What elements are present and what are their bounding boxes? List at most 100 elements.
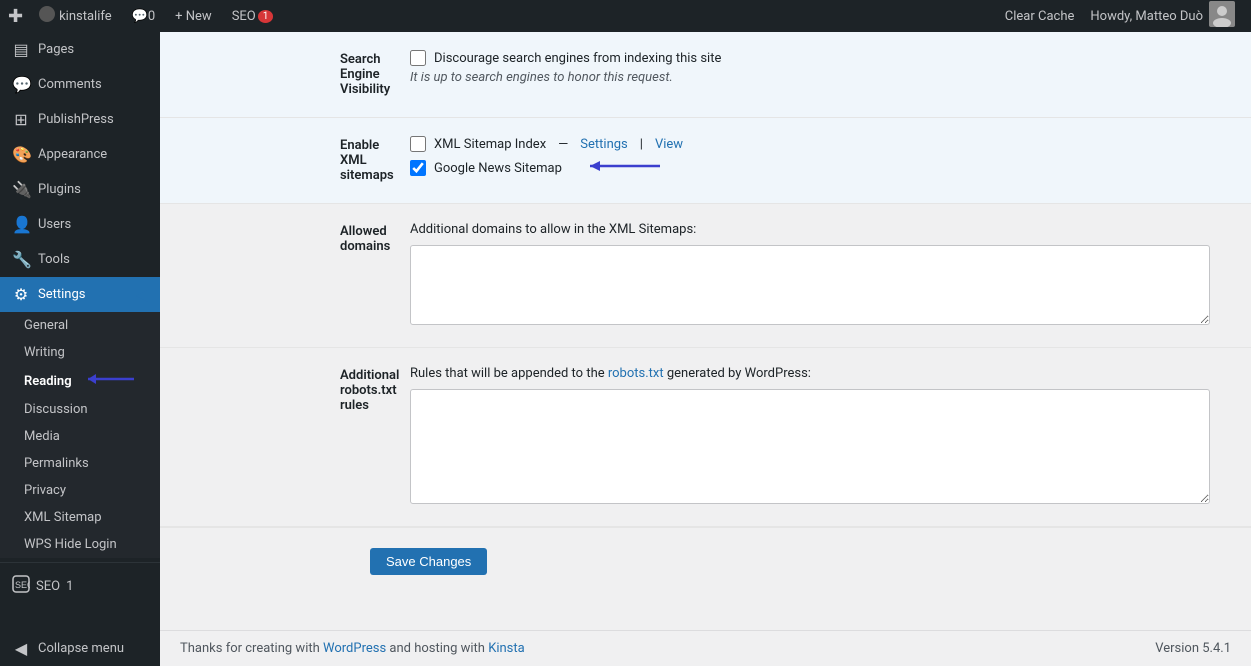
seo-badge: 1: [258, 10, 274, 23]
user-avatar: [1209, 1, 1235, 31]
sidebar-item-settings[interactable]: ⚙ Settings ◀: [0, 277, 160, 312]
xml-sitemap-settings-link[interactable]: Settings: [580, 137, 627, 152]
sidebar-label-plugins: Plugins: [38, 182, 81, 197]
submenu-item-discussion[interactable]: Discussion: [0, 396, 160, 423]
sidebar-label-pages: Pages: [38, 42, 74, 57]
allowed-domains-label: Allowed domains: [160, 204, 390, 347]
submenu-item-writing[interactable]: Writing: [0, 339, 160, 366]
submenu-item-permalinks[interactable]: Permalinks: [0, 450, 160, 477]
submenu-item-privacy[interactable]: Privacy: [0, 477, 160, 504]
xml-sitemaps-row: Enable XML sitemaps XML Sitemap Index — …: [160, 118, 1251, 204]
site-name-link[interactable]: kinstalife: [31, 0, 120, 32]
footer-text: Thanks for creating with WordPress and h…: [180, 641, 525, 656]
xml-sitemaps-label: Enable XML sitemaps: [160, 118, 390, 203]
right-actions: Clear Cache Howdy, Matteo Duò: [997, 0, 1243, 32]
sidebar-item-collapse[interactable]: ◀ Collapse menu: [0, 631, 160, 666]
sidebar-item-users[interactable]: 👤 Users: [0, 207, 160, 242]
comments-icon: 💬: [12, 75, 30, 94]
content-wrap: Search Engine Visibility Discourage sear…: [160, 32, 1251, 630]
xml-sitemap-dash: —: [558, 137, 568, 152]
robots-txt-field: Rules that will be appended to the robot…: [390, 348, 1251, 526]
media-label: Media: [24, 429, 60, 444]
howdy-link[interactable]: Howdy, Matteo Duò: [1082, 0, 1243, 32]
sidebar-label-users: Users: [38, 217, 71, 232]
search-engine-checkbox[interactable]: [410, 50, 426, 66]
wordpress-link[interactable]: WordPress: [323, 641, 386, 656]
search-engine-label: Search Engine Visibility: [160, 32, 390, 117]
sidebar-item-appearance[interactable]: 🎨 Appearance: [0, 137, 160, 172]
allowed-domains-field: Additional domains to allow in the XML S…: [390, 204, 1251, 347]
collapse-icon: ◀: [12, 639, 30, 658]
xml-sitemap-index-label[interactable]: XML Sitemap Index: [434, 137, 546, 152]
allowed-domains-textarea[interactable]: [410, 245, 1210, 325]
submenu-item-wps-hide-login[interactable]: WPS Hide Login: [0, 531, 160, 558]
xml-sitemap-separator: |: [640, 137, 643, 152]
sidebar-item-seo[interactable]: SEO SEO 1: [0, 567, 160, 605]
google-news-label[interactable]: Google News Sitemap: [434, 161, 562, 176]
sidebar-item-publishpress[interactable]: ⊞ PublishPress: [0, 102, 160, 137]
seo-icon: SEO: [12, 575, 30, 597]
plugins-icon: 🔌: [12, 180, 30, 199]
comments-count: 0: [148, 9, 155, 24]
submenu-item-general[interactable]: General: [0, 312, 160, 339]
page-footer: Thanks for creating with WordPress and h…: [160, 630, 1251, 666]
save-changes-button[interactable]: Save Changes: [370, 548, 487, 575]
allowed-domains-row: Allowed domains Additional domains to al…: [160, 204, 1251, 348]
howdy-text: Howdy, Matteo Duò: [1090, 9, 1203, 24]
seo-link[interactable]: SEO 1: [224, 0, 282, 32]
kinsta-link[interactable]: Kinsta: [488, 641, 525, 656]
google-news-checkbox[interactable]: [410, 160, 426, 176]
tools-icon: 🔧: [12, 250, 30, 269]
pages-icon: ▤: [12, 40, 30, 59]
new-content-link[interactable]: + New: [167, 0, 220, 32]
wps-hide-login-label: WPS Hide Login: [24, 537, 117, 552]
google-news-line: Google News Sitemap: [410, 158, 1231, 178]
seo-sidebar-label: SEO: [36, 579, 60, 594]
robots-txt-row: Additional robots.txt rules Rules that w…: [160, 348, 1251, 527]
permalinks-label: Permalinks: [24, 456, 89, 471]
collapse-label: Collapse menu: [38, 641, 124, 656]
robots-txt-description: Rules that will be appended to the robot…: [410, 366, 1231, 381]
publishpress-icon: ⊞: [12, 110, 30, 129]
sidebar-divider: [0, 562, 160, 563]
sidebar-item-plugins[interactable]: 🔌 Plugins: [0, 172, 160, 207]
sidebar-label-settings: Settings: [38, 287, 85, 302]
xml-sitemap-label: XML Sitemap: [24, 510, 102, 525]
appearance-icon: 🎨: [12, 145, 30, 164]
xml-sitemaps-field: XML Sitemap Index — Settings | View Goog…: [390, 118, 1251, 203]
search-engine-checkbox-label[interactable]: Discourage search engines from indexing …: [434, 51, 721, 66]
submenu-item-xml-sitemap[interactable]: XML Sitemap: [0, 504, 160, 531]
avatar-icon: [39, 6, 55, 26]
sidebar-label-publishpress: PublishPress: [38, 112, 114, 127]
writing-label: Writing: [24, 345, 65, 360]
comments-link[interactable]: 💬 0: [124, 0, 164, 32]
xml-sitemap-view-link[interactable]: View: [655, 137, 683, 152]
svg-text:SEO: SEO: [15, 580, 30, 590]
general-label: General: [24, 318, 68, 333]
admin-bar: ✚ kinstalife 💬 0 + New SEO 1 Clear Cache…: [0, 0, 1251, 32]
clear-cache-button[interactable]: Clear Cache: [997, 0, 1083, 32]
app-body: ▤ Pages 💬 Comments ⊞ PublishPress 🎨 Appe…: [0, 32, 1251, 666]
search-engine-checkbox-line: Discourage search engines from indexing …: [410, 50, 1231, 66]
allowed-domains-description: Additional domains to allow in the XML S…: [410, 222, 1231, 237]
settings-arrow-icon: ◀: [136, 285, 148, 304]
sidebar-item-comments[interactable]: 💬 Comments: [0, 67, 160, 102]
sidebar-label-appearance: Appearance: [38, 147, 107, 162]
submenu-item-reading[interactable]: Reading: [0, 366, 160, 396]
robots-txt-label: Additional robots.txt rules: [160, 348, 390, 526]
xml-sitemap-index-checkbox[interactable]: [410, 136, 426, 152]
search-engine-note: It is up to search engines to honor this…: [410, 70, 1231, 85]
main-content: Search Engine Visibility Discourage sear…: [160, 32, 1251, 666]
save-section: Save Changes: [160, 527, 1251, 595]
sidebar: ▤ Pages 💬 Comments ⊞ PublishPress 🎨 Appe…: [0, 32, 160, 666]
wp-logo-icon: ✚: [8, 6, 23, 27]
sidebar-item-tools[interactable]: 🔧 Tools: [0, 242, 160, 277]
robots-txt-link[interactable]: robots.txt: [608, 366, 664, 381]
reading-label: Reading: [24, 374, 72, 389]
submenu-item-media[interactable]: Media: [0, 423, 160, 450]
seo-label: SEO: [232, 9, 256, 24]
seo-sidebar-badge: 1: [66, 579, 73, 594]
sidebar-label-comments: Comments: [38, 77, 102, 92]
robots-txt-textarea[interactable]: [410, 389, 1210, 504]
sidebar-item-pages[interactable]: ▤ Pages: [0, 32, 160, 67]
